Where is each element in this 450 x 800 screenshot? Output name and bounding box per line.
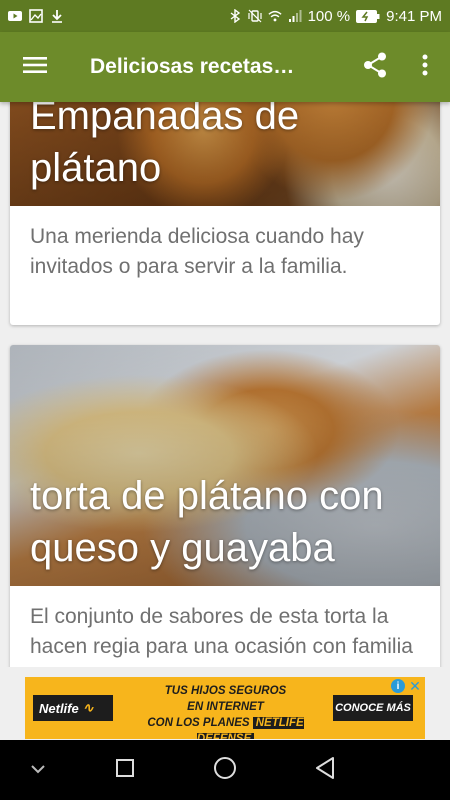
wifi-icon — [267, 9, 282, 23]
ad-line-3: CON LOS PLANES NETLIFE DEFENSE — [123, 715, 328, 739]
recipe-card[interactable]: torta de plátano con queso y guayaba El … — [10, 345, 440, 667]
battery-percent: 100 % — [307, 7, 351, 25]
status-right-icons: 100 % 9:41 PM — [228, 8, 442, 25]
menu-button[interactable] — [0, 32, 70, 102]
back-icon — [314, 756, 336, 785]
ad-line-1: TUS HIJOS SEGUROS — [164, 685, 287, 697]
clock: 9:41 PM — [386, 7, 442, 25]
recipe-description: El conjunto de sabores de esta torta la … — [30, 605, 413, 667]
ad-banner[interactable]: Netlife ∿ TUS HIJOS SEGUROS EN INTERNET C… — [25, 677, 425, 739]
recipe-card[interactable]: Empanadas de plátano Una merienda delici… — [10, 102, 440, 325]
recipe-image: torta de plátano con queso y guayaba — [10, 345, 440, 586]
download-icon — [50, 9, 64, 23]
recipe-title: torta de plátano con queso y guayaba — [30, 474, 384, 570]
app-bar: Deliciosas recetas… — [0, 32, 450, 102]
hide-nav-button[interactable] — [8, 740, 68, 800]
recipe-title: Empanadas de plátano — [30, 102, 300, 190]
recipe-image: Empanadas de plátano — [10, 102, 440, 206]
ad-line-2: EN INTERNET — [187, 701, 264, 713]
ad-info-icon[interactable]: i — [391, 679, 405, 693]
recipe-list[interactable]: Empanadas de plátano Una merienda delici… — [0, 102, 450, 667]
status-left-icons — [8, 9, 64, 23]
share-icon — [363, 52, 387, 83]
youtube-icon — [8, 9, 22, 23]
gallery-icon — [29, 9, 43, 23]
recents-icon — [115, 758, 135, 783]
share-button[interactable] — [350, 32, 400, 102]
status-bar: 100 % 9:41 PM — [0, 0, 450, 32]
ad-cta-button[interactable]: CONOCE MÁS — [333, 695, 413, 721]
chevron-down-icon — [30, 761, 46, 779]
home-button[interactable] — [195, 740, 255, 800]
home-icon — [213, 756, 237, 785]
vibrate-icon — [247, 9, 262, 23]
ad-close-icon[interactable]: ✕ — [408, 679, 422, 693]
navigation-bar — [0, 740, 450, 800]
ad-area: Netlife ∿ TUS HIJOS SEGUROS EN INTERNET C… — [0, 667, 450, 740]
more-vert-icon — [422, 54, 428, 81]
signal-icon — [288, 9, 302, 23]
ad-logo: Netlife ∿ — [33, 695, 113, 721]
recipe-description: Una merienda deliciosa cuando hay invita… — [30, 225, 364, 278]
ad-text: TUS HIJOS SEGUROS EN INTERNET CON LOS PL… — [123, 683, 328, 739]
recents-button[interactable] — [95, 740, 155, 800]
bluetooth-icon — [228, 9, 242, 23]
hamburger-icon — [23, 56, 47, 79]
more-options-button[interactable] — [400, 32, 450, 102]
back-button[interactable] — [295, 740, 355, 800]
app-title: Deliciosas recetas… — [90, 55, 295, 78]
battery-icon — [356, 9, 380, 23]
